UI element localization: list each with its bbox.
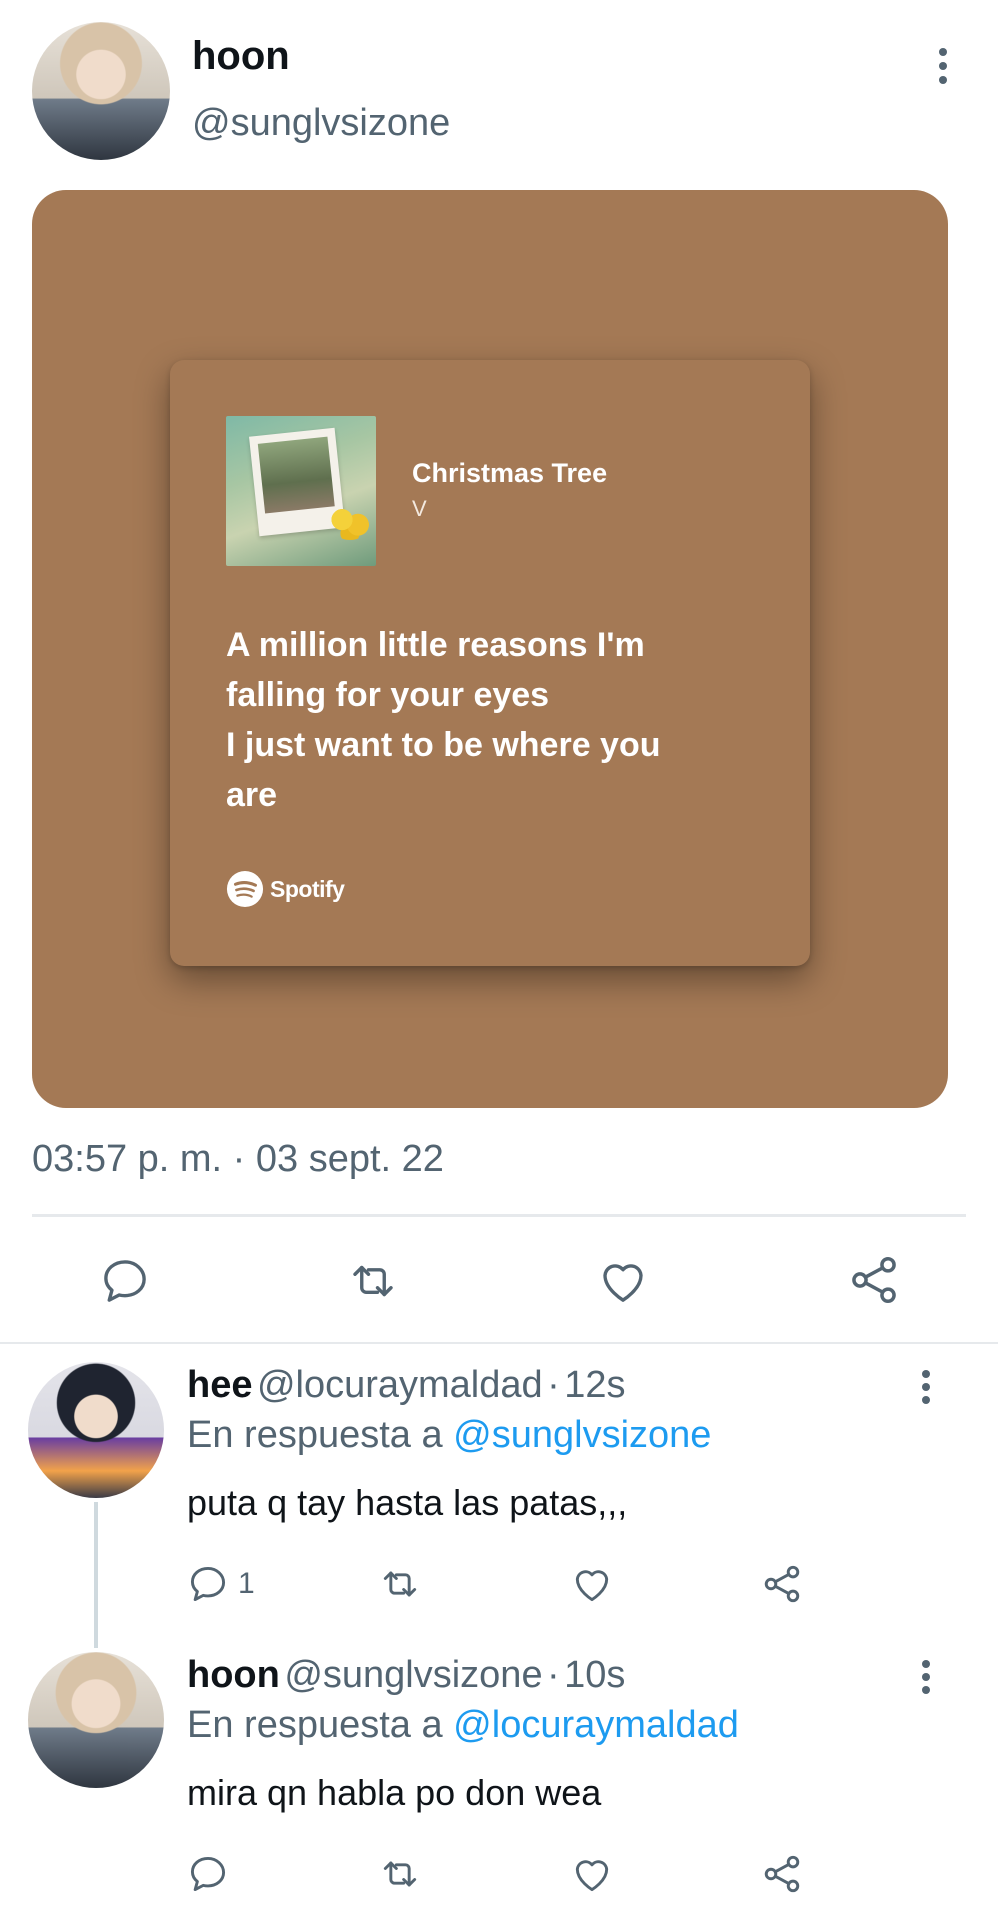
reply-share-button[interactable] <box>760 1562 804 1606</box>
comment-count: 1 <box>238 1567 255 1600</box>
retweet-icon <box>383 1571 417 1597</box>
tweet-timestamp[interactable]: 03:57 p. m. · 03 sept. 22 <box>32 1138 444 1181</box>
reply-header: hoon @sunglvsizone · 10s <box>187 1654 625 1697</box>
reply-author-name[interactable]: hee <box>187 1364 252 1406</box>
reply-share-button[interactable] <box>760 1852 804 1896</box>
spotify-wordmark: Spotify <box>270 875 345 902</box>
meta-separator: · <box>547 1654 560 1696</box>
reply-context: En respuesta a @sunglvsizone <box>187 1414 711 1457</box>
more-options-icon[interactable] <box>933 48 953 84</box>
reply-header: hee @locuraymaldad · 12s <box>187 1364 626 1407</box>
reply-retweet-button[interactable] <box>376 1852 424 1896</box>
lyrics-line: A million little reasons I'm <box>226 626 645 664</box>
more-options-icon[interactable] <box>916 1370 936 1404</box>
reply-avatar[interactable] <box>28 1362 164 1498</box>
author-name[interactable]: hoon <box>192 34 290 79</box>
song-artist: V <box>412 496 427 521</box>
share-icon <box>764 1855 800 1893</box>
reply-avatar[interactable] <box>28 1652 164 1788</box>
comment-icon <box>190 1566 226 1602</box>
comment-icon <box>190 1856 226 1892</box>
reply-time[interactable]: 12s <box>564 1364 625 1406</box>
reply-author-name[interactable]: hoon <box>187 1654 280 1696</box>
spotify-lyrics-card: Christmas Tree V A million little reason… <box>170 360 810 966</box>
retweet-icon[interactable] <box>344 1254 402 1308</box>
share-icon[interactable] <box>846 1252 902 1308</box>
comment-icon[interactable] <box>98 1254 152 1308</box>
reply-like-button[interactable] <box>570 1852 614 1896</box>
lyrics: A million little reasons I'm falling for… <box>226 620 786 820</box>
reply-prefix: En respuesta a <box>187 1704 443 1746</box>
reply-retweet-button[interactable] <box>376 1562 424 1606</box>
reply-comment-button[interactable]: 1 <box>186 1562 255 1606</box>
reply-like-button[interactable] <box>570 1562 614 1606</box>
reply-mention-link[interactable]: @locuraymaldad <box>453 1704 739 1746</box>
reply-context: En respuesta a @locuraymaldad <box>187 1704 739 1747</box>
author-handle[interactable]: @sunglvsizone <box>192 102 450 145</box>
reply-comment-button[interactable] <box>186 1852 238 1896</box>
spotify-icon <box>226 870 264 908</box>
thread-line <box>94 1502 98 1648</box>
tweet-media[interactable]: Christmas Tree V A million little reason… <box>32 190 948 1108</box>
more-options-icon[interactable] <box>916 1660 936 1694</box>
lyrics-line: falling for your eyes <box>226 676 550 714</box>
reply-author-handle[interactable]: @sunglvsizone <box>284 1654 542 1696</box>
reply-text: puta q tay hasta las patas,,, <box>187 1482 628 1523</box>
reply-prefix: En respuesta a <box>187 1414 443 1456</box>
reply-time[interactable]: 10s <box>564 1654 625 1696</box>
author-avatar[interactable] <box>32 22 170 160</box>
heart-icon <box>575 1860 609 1892</box>
lyrics-line: I just want to be where you <box>226 726 661 764</box>
heart-icon <box>575 1570 609 1602</box>
reply-author-handle[interactable]: @locuraymaldad <box>257 1364 543 1406</box>
divider <box>32 1214 966 1217</box>
spotify-logo: Spotify <box>226 870 345 908</box>
heart-icon[interactable] <box>596 1254 650 1308</box>
retweet-icon <box>383 1861 417 1887</box>
divider <box>0 1342 998 1344</box>
share-icon <box>764 1565 800 1603</box>
reply-mention-link[interactable]: @sunglvsizone <box>453 1414 711 1456</box>
reply-text: mira qn habla po don wea <box>187 1772 602 1813</box>
song-title: Christmas Tree <box>412 458 608 488</box>
meta-separator: · <box>547 1364 560 1406</box>
album-cover <box>226 416 376 566</box>
lyrics-line: are <box>226 776 278 814</box>
